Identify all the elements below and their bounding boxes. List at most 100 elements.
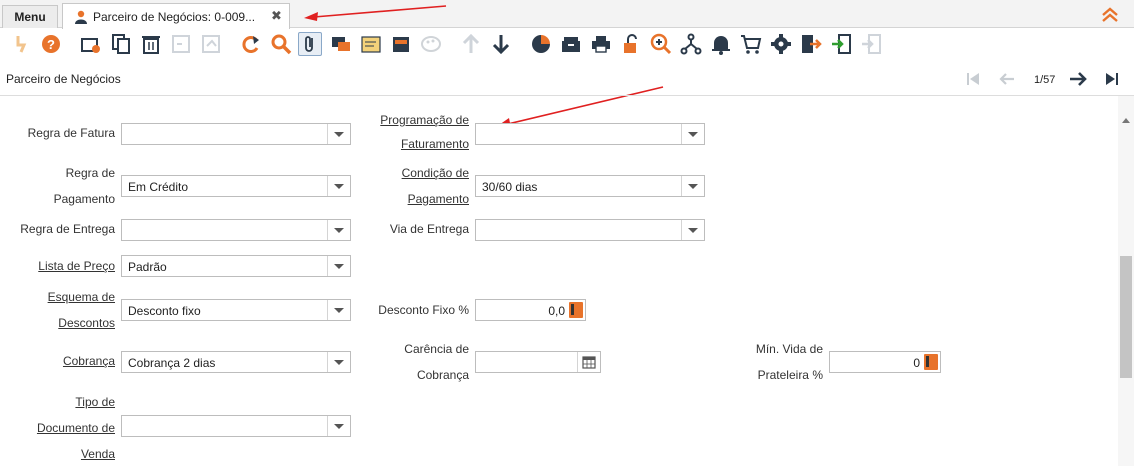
regra-entrega-select[interactable] [121, 219, 351, 241]
programacao-faturamento-select[interactable] [475, 123, 705, 145]
history-icon [393, 37, 409, 52]
label-via-entrega: Via de Entrega [389, 222, 469, 236]
desconto-fixo-input[interactable]: 0,0 [475, 299, 586, 321]
label-line: Regra de [65, 166, 115, 180]
logout-button[interactable] [859, 32, 883, 56]
new-record-button[interactable] [79, 32, 103, 56]
zoom-across-button[interactable] [649, 32, 673, 56]
tab-parceiro-de-negocios[interactable]: Parceiro de Negócios: 0-009... ✖ [62, 3, 290, 29]
palette-button[interactable] [419, 32, 443, 56]
attachment-icon [305, 36, 313, 52]
chevron-down-icon[interactable] [681, 220, 704, 240]
notes-button[interactable] [359, 32, 383, 56]
new-record-icon [81, 38, 100, 53]
delete-button[interactable] [139, 32, 163, 56]
arrow-left-icon [999, 73, 1014, 85]
notification-button[interactable] [709, 32, 733, 56]
tipo-documento-venda-select[interactable] [121, 415, 351, 437]
refresh-button[interactable] [239, 32, 263, 56]
undo-button[interactable] [9, 32, 33, 56]
help-button[interactable]: ? [39, 32, 63, 56]
scroll-up-icon[interactable] [1122, 118, 1130, 123]
label-line: Prateleira % [757, 368, 823, 382]
archive-button[interactable] [559, 32, 583, 56]
label-tipo-documento-venda[interactable]: Tipo de Documento de Venda [0, 389, 115, 467]
logout-icon [862, 34, 881, 54]
label-esquema-descontos[interactable]: Esquema de Descontos [0, 284, 115, 336]
workflow-icon [680, 33, 702, 55]
carencia-cobranca-input[interactable] [475, 351, 601, 373]
collapse-toolbar-icon[interactable] [1100, 6, 1120, 24]
save-new-icon [202, 35, 220, 53]
condicao-pagamento-select[interactable]: 30/60 dias [475, 175, 705, 197]
workflow-button[interactable] [679, 32, 703, 56]
report-button[interactable] [529, 32, 553, 56]
export-icon [802, 35, 822, 53]
scroll-thumb[interactable] [1120, 256, 1132, 378]
label-line: Venda [80, 447, 115, 461]
print-icon [592, 36, 610, 53]
min-vida-prateleira-value: 0 [913, 356, 920, 370]
product-info-button[interactable] [739, 32, 763, 56]
export-button[interactable] [799, 32, 823, 56]
label-line: Pagamento [407, 192, 469, 206]
print-button[interactable] [589, 32, 613, 56]
close-tab-icon[interactable]: ✖ [271, 8, 282, 24]
attachment-button[interactable] [298, 32, 322, 56]
first-record-button[interactable] [964, 70, 982, 88]
chat-button[interactable] [329, 32, 353, 56]
save-new-button[interactable] [199, 32, 223, 56]
chevron-down-icon[interactable] [327, 352, 350, 372]
history-button[interactable] [389, 32, 413, 56]
refresh-icon [242, 36, 259, 53]
last-record-button[interactable] [1103, 70, 1121, 88]
esquema-descontos-select[interactable]: Desconto fixo [121, 299, 351, 321]
save-button[interactable] [169, 32, 193, 56]
process-button[interactable] [769, 32, 793, 56]
copy-record-button[interactable] [109, 32, 133, 56]
chevron-down-icon[interactable] [327, 176, 350, 196]
find-button[interactable] [269, 32, 293, 56]
parent-record-icon [462, 33, 480, 53]
toolbar: ? [0, 28, 1134, 62]
product-info-icon [741, 35, 762, 54]
undo-icon [16, 36, 27, 53]
chevron-down-icon[interactable] [327, 416, 350, 436]
parent-record-button[interactable] [459, 32, 483, 56]
chevron-down-icon[interactable] [327, 124, 350, 144]
chevron-down-icon[interactable] [327, 220, 350, 240]
cobranca-select[interactable]: Cobrança 2 dias [121, 351, 351, 373]
previous-record-button[interactable] [998, 70, 1016, 88]
regra-fatura-select[interactable] [121, 123, 351, 145]
import-button[interactable] [829, 32, 853, 56]
calendar-button[interactable] [577, 352, 600, 372]
regra-pagamento-select[interactable]: Em Crédito [121, 175, 351, 197]
tab-title: Parceiro de Negócios: 0-009... [93, 10, 256, 24]
save-icon [172, 35, 190, 53]
label-desconto-fixo: Desconto Fixo % [378, 303, 469, 317]
detail-record-button[interactable] [489, 32, 513, 56]
first-record-icon [967, 73, 979, 85]
via-entrega-select[interactable] [475, 219, 705, 241]
min-vida-prateleira-input[interactable]: 0 [829, 351, 941, 373]
label-lista-preco[interactable]: Lista de Preço [0, 253, 115, 279]
calculator-icon[interactable] [569, 302, 583, 318]
chevron-down-icon[interactable] [681, 124, 704, 144]
lock-button[interactable] [619, 32, 643, 56]
vertical-scrollbar[interactable] [1118, 96, 1134, 466]
label-condicao-pagamento[interactable]: Condição de Pagamento [350, 160, 469, 212]
page-title: Parceiro de Negócios [6, 72, 121, 86]
label-programacao-faturamento[interactable]: Programação de Faturamento [350, 108, 469, 156]
chevron-down-icon[interactable] [327, 256, 350, 276]
chevron-down-icon[interactable] [681, 176, 704, 196]
record-counter: 1/57 [1034, 74, 1056, 86]
next-record-button[interactable] [1069, 70, 1087, 88]
lock-icon [624, 34, 637, 53]
gear-icon [771, 34, 791, 54]
lista-preco-select[interactable]: Padrão [121, 255, 351, 277]
chevron-down-icon[interactable] [327, 300, 350, 320]
calculator-icon[interactable] [924, 354, 938, 370]
tab-menu[interactable]: Menu [2, 5, 58, 28]
label-cobranca[interactable]: Cobrança [0, 348, 115, 374]
desconto-fixo-value: 0,0 [548, 304, 565, 318]
